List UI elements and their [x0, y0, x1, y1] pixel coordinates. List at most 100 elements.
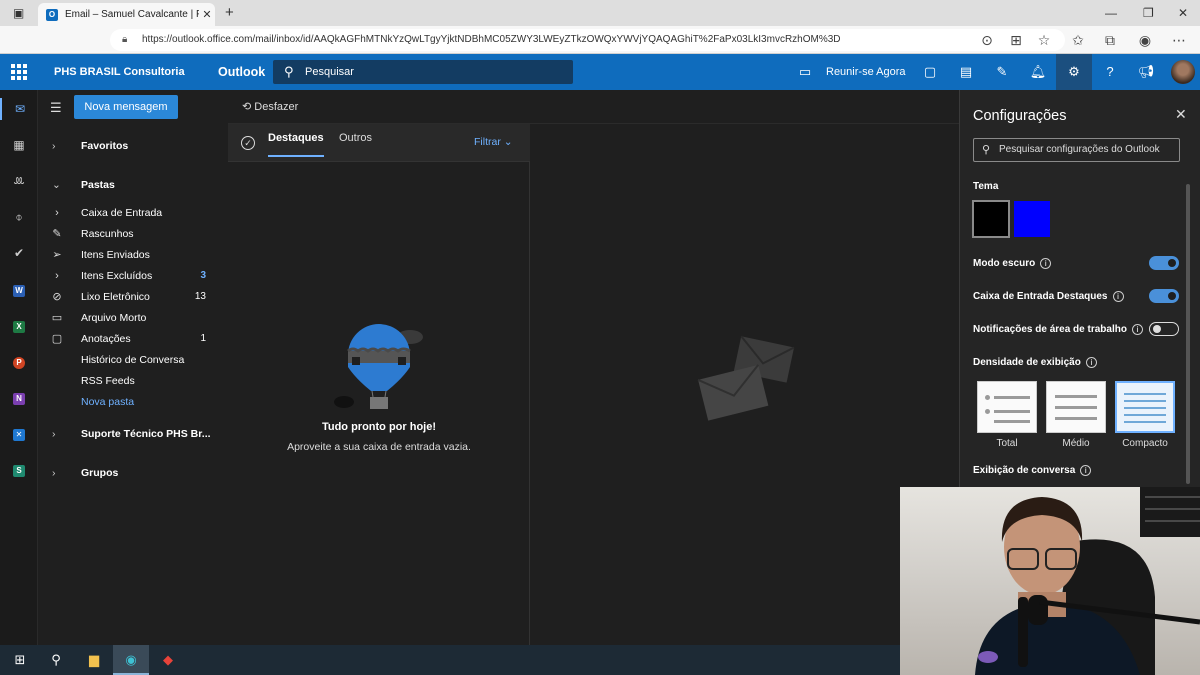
sway-icon[interactable]: S: [0, 458, 38, 480]
close-icon[interactable]: ✕: [1175, 106, 1187, 123]
maximize-icon[interactable]: ❐: [1143, 0, 1154, 26]
theme-swatch-blue[interactable]: [1014, 201, 1050, 237]
file-explorer-icon[interactable]: ▆: [76, 645, 112, 675]
browser-tab[interactable]: O Email – Samuel Cavalcante | PHS ✕: [38, 3, 215, 26]
people-icon[interactable]: ꔛ: [0, 170, 38, 192]
send-icon: ➢: [52, 249, 62, 261]
office-icon[interactable]: ▤: [948, 54, 984, 90]
collections-icon[interactable]: ⧉: [1098, 26, 1122, 54]
undo-button[interactable]: ⟲ Desfazer: [242, 90, 298, 124]
todo-icon[interactable]: ✔: [0, 242, 38, 264]
desktop-notifications-toggle[interactable]: [1149, 322, 1179, 336]
recorder-app-icon[interactable]: ◆: [150, 645, 186, 675]
conversation-view-row: Exibição de conversa i: [973, 465, 1092, 476]
info-icon[interactable]: i: [1112, 291, 1124, 302]
my-day-icon[interactable]: ✎: [984, 54, 1020, 90]
group-support[interactable]: › Suporte Técnico PHS Br...: [38, 423, 228, 445]
favorite-add-icon[interactable]: ☆: [1032, 26, 1056, 54]
address-bar-row: ← → ↻ 🔒︎ https://outlook.office.com/mail…: [0, 26, 1200, 74]
select-all-icon[interactable]: ✓: [241, 136, 255, 150]
onenote-icon[interactable]: N: [0, 386, 38, 408]
feedback-icon[interactable]: 📢︎: [1128, 54, 1164, 90]
item-count: 1: [200, 333, 206, 344]
info-icon[interactable]: i: [1080, 465, 1092, 476]
help-icon[interactable]: ?: [1092, 54, 1128, 90]
density-medium-option[interactable]: [1046, 381, 1106, 433]
groups-header[interactable]: › Grupos: [38, 462, 228, 484]
empty-inbox-title: Tudo pronto por hoje!: [321, 421, 437, 433]
mail-icon[interactable]: ✉: [0, 98, 38, 120]
reader-icon[interactable]: ⊙: [975, 26, 999, 54]
pencil-icon: ✎: [52, 228, 62, 240]
yammer-icon[interactable]: ✕: [0, 422, 38, 444]
folder-inbox[interactable]: › Caixa de Entrada: [38, 203, 228, 223]
new-folder-link[interactable]: Nova pasta: [38, 392, 228, 412]
settings-search-input[interactable]: ⚲ Pesquisar configurações do Outlook: [973, 138, 1180, 162]
close-tab-icon[interactable]: ✕: [199, 8, 215, 21]
reading-pane: [531, 124, 958, 645]
hamburger-icon[interactable]: ☰: [50, 100, 62, 116]
info-icon[interactable]: i: [1040, 258, 1052, 269]
blocked-icon: ⊘: [52, 291, 62, 303]
favorites-icon[interactable]: ✩: [1066, 26, 1090, 54]
word-icon[interactable]: W: [0, 278, 38, 300]
close-window-icon[interactable]: ✕: [1178, 0, 1188, 26]
folder-pane: ☰ Nova mensagem › Favoritos ⌄ Pastas › C…: [38, 90, 228, 645]
calendar-icon[interactable]: ▦: [0, 134, 38, 156]
filter-button[interactable]: Filtrar ⌄: [474, 136, 513, 148]
attachment-icon[interactable]: ⌽: [0, 206, 38, 228]
chevron-right-icon: ›: [52, 467, 56, 479]
browser-tab-bar: ▣ O Email – Samuel Cavalcante | PHS ✕ + …: [0, 0, 1200, 26]
folder-drafts[interactable]: ✎ Rascunhos: [38, 224, 228, 244]
tab-focused[interactable]: Destaques: [268, 132, 324, 157]
presenter-image: [975, 487, 1200, 675]
search-input[interactable]: ⚲ Pesquisar: [273, 60, 573, 84]
dark-mode-toggle[interactable]: [1149, 256, 1179, 270]
search-icon: ⚲: [284, 64, 294, 79]
info-icon[interactable]: i: [1131, 324, 1143, 335]
url-field[interactable]: 🔒︎ https://outlook.office.com/mail/inbox…: [110, 29, 1065, 51]
minimize-icon[interactable]: —: [1105, 0, 1117, 26]
webcam-overlay: [900, 487, 1200, 675]
folder-notes[interactable]: ▢ Anotações 1: [38, 329, 228, 349]
meet-now-button[interactable]: Reunir-se Agora: [826, 54, 906, 90]
folder-rss-feeds[interactable]: RSS Feeds: [38, 371, 228, 391]
profile-icon[interactable]: ◉: [1133, 26, 1157, 54]
windows-start-icon[interactable]: ⊞: [2, 645, 38, 675]
archive-icon: ▭: [51, 312, 63, 324]
density-full-option[interactable]: [977, 381, 1037, 433]
density-compact-option[interactable]: [1115, 381, 1175, 433]
new-message-button[interactable]: Nova mensagem: [74, 95, 178, 119]
focused-inbox-toggle[interactable]: [1149, 289, 1179, 303]
bell-icon[interactable]: 🔔︎: [1020, 54, 1056, 90]
info-icon[interactable]: i: [1085, 357, 1097, 368]
more-icon[interactable]: ⋯: [1167, 26, 1191, 54]
video-icon[interactable]: ▭: [790, 54, 820, 90]
theme-swatch-black[interactable]: [972, 200, 1010, 238]
folder-deleted[interactable]: › Itens Excluídos 3: [38, 266, 228, 286]
app-launcher-icon[interactable]: [11, 64, 27, 80]
settings-scrollbar[interactable]: [1186, 184, 1190, 484]
excel-icon[interactable]: X: [0, 314, 38, 336]
search-icon[interactable]: ⚲: [38, 645, 74, 675]
powerpoint-icon[interactable]: P: [0, 350, 38, 372]
app-name[interactable]: Outlook: [218, 54, 265, 90]
folder-archive[interactable]: ▭ Arquivo Morto: [38, 308, 228, 328]
tab-actions-icon[interactable]: ▣: [13, 0, 24, 26]
folder-conversation-history[interactable]: Histórico de Conversa: [38, 350, 228, 370]
teams-chat-icon[interactable]: ▢: [912, 54, 948, 90]
new-tab-icon[interactable]: +: [225, 0, 234, 26]
apps-icon[interactable]: ⊞: [1004, 26, 1028, 54]
edge-icon[interactable]: ◉: [113, 645, 149, 675]
tab-other[interactable]: Outros: [339, 132, 372, 144]
org-name[interactable]: PHS BRASIL Consultoria: [54, 54, 185, 90]
favorites-header[interactable]: › Favoritos: [38, 135, 228, 157]
chevron-right-icon: ›: [52, 428, 56, 440]
folder-junk[interactable]: ⊘ Lixo Eletrônico 13: [38, 287, 228, 307]
command-bar: ⟲ Desfazer: [228, 90, 960, 124]
folder-sent[interactable]: ➢ Itens Enviados: [38, 245, 228, 265]
gear-icon[interactable]: ⚙: [1056, 54, 1092, 90]
folders-header[interactable]: ⌄ Pastas: [38, 174, 228, 196]
message-list-header: ✓ Destaques Outros Filtrar ⌄: [228, 124, 530, 162]
avatar[interactable]: [1171, 60, 1195, 84]
